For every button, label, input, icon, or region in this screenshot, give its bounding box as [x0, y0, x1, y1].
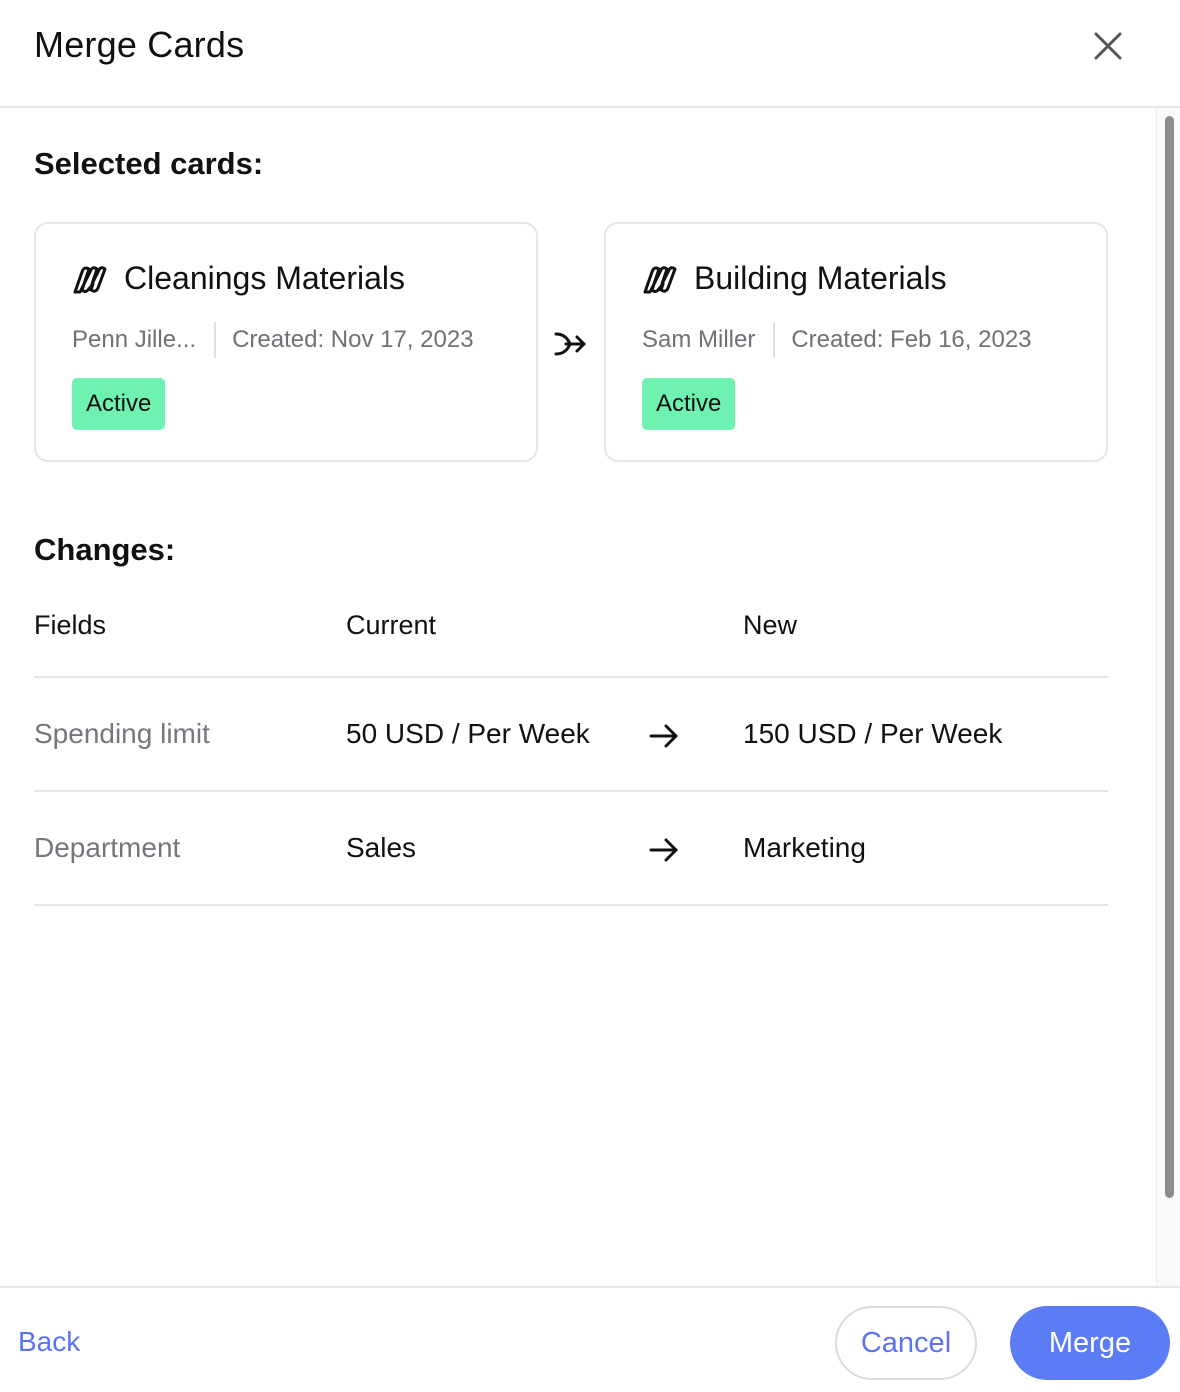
close-button[interactable]	[1086, 24, 1130, 68]
table-row: Spending limit 50 USD / Per Week 150 USD…	[34, 678, 1108, 792]
scrollbar-thumb[interactable]	[1165, 116, 1174, 1198]
table-header: Fields Current New	[34, 596, 1108, 678]
column-header-current: Current	[346, 610, 437, 640]
source-card[interactable]: Cleanings Materials Penn Jille... Create…	[34, 222, 538, 462]
field-name: Department	[34, 832, 181, 863]
status-badge: Active	[642, 378, 736, 430]
card-created-date: Created: Nov 17, 2023	[232, 326, 474, 353]
meta-divider	[214, 322, 217, 358]
card-name-row: Building Materials	[642, 260, 947, 297]
dialog-footer: Back Cancel Merge	[0, 1286, 1180, 1392]
card-brand-icon	[73, 265, 107, 293]
card-brand-icon	[643, 265, 677, 293]
selected-cards-heading: Selected cards:	[34, 146, 264, 181]
dialog-title: Merge Cards	[34, 24, 245, 65]
card-created-date: Created: Feb 16, 2023	[791, 326, 1032, 353]
current-value: Sales	[346, 832, 417, 863]
merge-button[interactable]: Merge	[1010, 1306, 1170, 1380]
column-header-new: New	[743, 610, 798, 640]
field-name: Spending limit	[34, 718, 210, 749]
back-link[interactable]: Back	[18, 1326, 80, 1358]
arrow-right-icon	[649, 724, 678, 748]
dialog-body: Selected cards: Cleanings Materials Penn…	[0, 108, 1156, 1286]
card-name-row: Cleanings Materials	[72, 260, 405, 297]
current-value: 50 USD / Per Week	[346, 718, 590, 749]
meta-divider	[773, 322, 776, 358]
card-owner: Sam Miller	[642, 326, 756, 353]
scrollbar-track[interactable]	[1156, 108, 1180, 1286]
arrow-right-icon	[649, 838, 678, 862]
cancel-button[interactable]: Cancel	[835, 1306, 977, 1380]
changes-heading: Changes:	[34, 532, 176, 567]
merge-arrow-icon	[554, 332, 586, 356]
column-header-fields: Fields	[34, 610, 107, 640]
new-value: Marketing	[743, 832, 866, 863]
changes-table: Fields Current New Spending limit 50 USD…	[34, 596, 1108, 906]
dialog-header: Merge Cards	[0, 0, 1180, 108]
close-icon[interactable]	[1093, 31, 1123, 61]
new-value: 150 USD / Per Week	[743, 718, 1003, 749]
card-owner: Penn Jille...	[72, 326, 197, 353]
card-name: Cleanings Materials	[124, 260, 406, 296]
table-row: Department Sales Marketing	[34, 792, 1108, 906]
target-card[interactable]: Building Materials Sam Miller Created: F…	[604, 222, 1108, 462]
card-meta: Sam Miller Created: Feb 16, 2023	[642, 322, 1032, 358]
status-badge: Active	[72, 378, 166, 430]
card-name: Building Materials	[694, 260, 947, 296]
card-meta: Penn Jille... Created: Nov 17, 2023	[72, 322, 474, 358]
